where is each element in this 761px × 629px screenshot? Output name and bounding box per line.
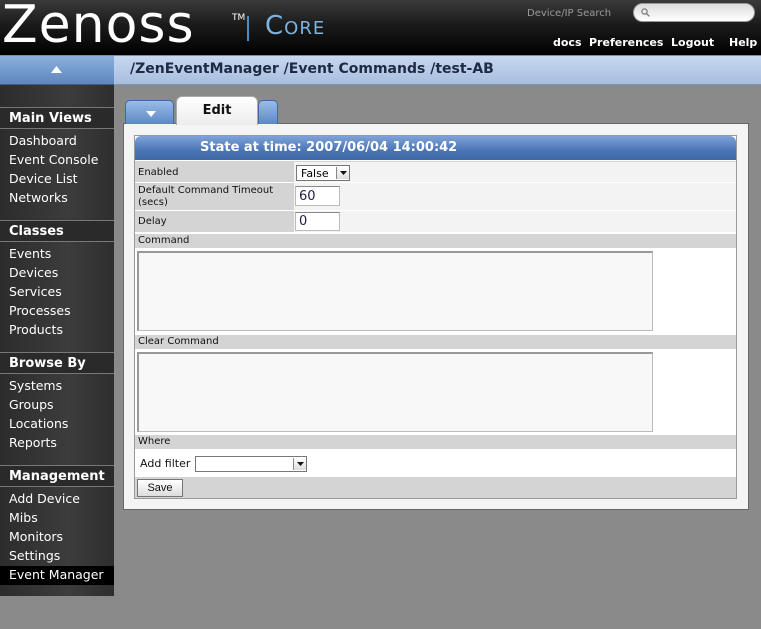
edit-form: State at time: 2007/06/04 14:00:42 Enabl… — [134, 135, 737, 499]
sidebar-item-networks[interactable]: Networks — [0, 189, 114, 208]
app-header: Zenoss TM Core Device/IP Search docs Pre… — [0, 0, 761, 55]
sidebar-item-services[interactable]: Services — [0, 283, 114, 302]
sidebar-item-device-list[interactable]: Device List — [0, 170, 114, 189]
sidebar-item-groups[interactable]: Groups — [0, 396, 114, 415]
sidebar-section-management: Management — [0, 465, 114, 487]
preferences-link[interactable]: Preferences — [589, 36, 663, 49]
timeout-label: Default Command Timeout (secs) — [138, 185, 274, 208]
clear-command-label: Clear Command — [138, 336, 219, 347]
tab-menu-button[interactable] — [125, 100, 174, 124]
add-filter-label: Add filter — [140, 457, 191, 470]
sidebar-item-systems[interactable]: Systems — [0, 377, 114, 396]
search-label: Device/IP Search — [527, 8, 612, 19]
sidebar-item-products[interactable]: Products — [0, 321, 114, 340]
sidebar-item-monitors[interactable]: Monitors — [0, 528, 114, 547]
enabled-value-cell — [294, 162, 736, 182]
sidebar: Main Views Dashboard Event Console Devic… — [0, 85, 114, 596]
sidebar-item-events[interactable]: Events — [0, 245, 114, 264]
sidebar-item-devices[interactable]: Devices — [0, 264, 114, 283]
timeout-input[interactable] — [295, 186, 340, 206]
delay-input[interactable] — [295, 212, 340, 231]
sidebar-item-dashboard[interactable]: Dashboard — [0, 132, 114, 151]
clear-command-textarea[interactable] — [137, 352, 653, 432]
sidebar-item-event-manager[interactable]: Event Manager — [0, 566, 114, 585]
tab-edit[interactable]: Edit — [176, 96, 258, 125]
search-input[interactable] — [652, 5, 750, 20]
sidebar-section-main-views: Main Views — [0, 107, 114, 129]
command-row — [135, 234, 736, 248]
help-link[interactable]: Help — [729, 36, 757, 49]
chevron-down-icon — [146, 111, 156, 117]
chevron-up-icon — [51, 66, 62, 73]
delay-value-cell — [294, 211, 736, 232]
sidebar-item-processes[interactable]: Processes — [0, 302, 114, 321]
logo-trademark: TM — [232, 13, 246, 23]
sidebar-item-add-device[interactable]: Add Device — [0, 490, 114, 509]
clear-command-row — [135, 335, 736, 349]
tab-spacer — [258, 100, 278, 124]
enabled-select[interactable]: False — [296, 165, 350, 181]
save-button[interactable]: Save — [137, 479, 183, 497]
sidebar-section-browse-by: Browse By — [0, 352, 114, 374]
top-links: docs Preferences Logout Help — [0, 36, 761, 50]
logout-link[interactable]: Logout — [671, 36, 714, 49]
delay-label: Delay — [138, 216, 167, 227]
sidebar-item-locations[interactable]: Locations — [0, 415, 114, 434]
form-title: State at time: 2007/06/04 14:00:42 — [135, 136, 736, 160]
sidebar-item-mibs[interactable]: Mibs — [0, 509, 114, 528]
breadcrumb[interactable]: /ZenEventManager /Event Commands /test-A… — [130, 61, 494, 77]
sidebar-item-settings[interactable]: Settings — [0, 547, 114, 566]
save-row — [135, 477, 736, 498]
command-label: Command — [138, 235, 190, 246]
breadcrumb-bar: /ZenEventManager /Event Commands /test-A… — [114, 56, 761, 85]
add-filter-select[interactable] — [195, 456, 307, 472]
sidebar-item-event-console[interactable]: Event Console — [0, 151, 114, 170]
sidebar-collapse-button[interactable] — [0, 56, 114, 85]
search-field[interactable] — [633, 3, 755, 22]
enabled-label: Enabled — [138, 167, 179, 178]
where-label: Where — [138, 436, 171, 447]
where-row — [135, 435, 736, 449]
command-textarea[interactable] — [137, 251, 653, 331]
search-icon — [641, 8, 650, 17]
sidebar-item-reports[interactable]: Reports — [0, 434, 114, 453]
sidebar-section-classes: Classes — [0, 220, 114, 242]
timeout-value-cell — [294, 183, 736, 210]
docs-link[interactable]: docs — [553, 36, 582, 49]
